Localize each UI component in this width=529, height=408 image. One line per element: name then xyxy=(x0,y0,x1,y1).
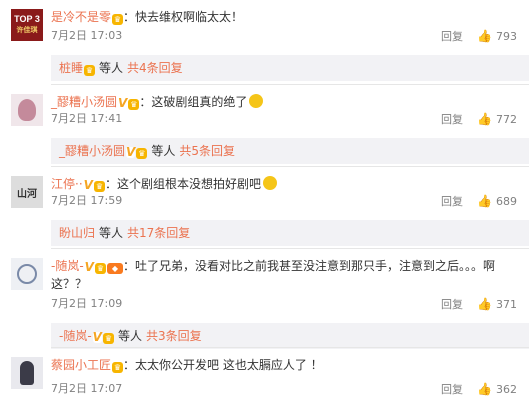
sub-reply-username[interactable]: 桩睡 xyxy=(59,61,83,75)
like-count: 689 xyxy=(496,195,517,208)
crown-badge-icon: ♛ xyxy=(93,181,105,192)
like-icon[interactable]: 👍 xyxy=(477,194,492,208)
comment-date: 7月2日 17:41 xyxy=(51,112,123,125)
like-count: 362 xyxy=(496,383,517,396)
like-count: 793 xyxy=(496,30,517,43)
sub-replies-box[interactable]: 盼山归 等人 共17条回复 xyxy=(51,220,529,246)
comment-text: ：快去维权啊临太太！ xyxy=(123,10,244,24)
comment-item: TOP 3 许佳琪 是冷不是零 ♛ ：快去维权啊临太太！ 7月2日 17:03 回复… xyxy=(0,0,529,82)
emoji-icon xyxy=(262,176,277,190)
avatar[interactable] xyxy=(11,94,43,126)
avatar[interactable]: TOP 3 许佳琪 xyxy=(11,9,43,41)
comment-text: ：吐了兄弟，没看对比之前我甚至没注意到那只手，注意到之后。。。啊 xyxy=(122,259,495,273)
sub-reply-mid-text: 等人 xyxy=(117,329,142,343)
verified-v-icon: V xyxy=(118,96,128,110)
sub-reply-count-link[interactable]: 共3条回复 xyxy=(146,329,202,343)
reply-button[interactable]: 回复 xyxy=(441,195,463,208)
verified-v-icon: V xyxy=(92,330,102,344)
comment-item: -随岚-V ♛ ◆ ：吐了兄弟，没看对比之前我甚至没注意到那只手，注意到之后。。。啊 … xyxy=(0,249,529,349)
comment-text-continued: 这？？ xyxy=(51,277,88,291)
comment-username[interactable]: 蔡园小工匠 xyxy=(51,358,111,372)
crown-badge-icon: ♛ xyxy=(94,263,106,274)
like-icon[interactable]: 👍 xyxy=(477,112,492,126)
verified-v-icon: V xyxy=(84,260,94,274)
sub-reply-username[interactable]: 盼山归 xyxy=(59,226,95,240)
verified-v-icon: V xyxy=(126,145,136,159)
comment-username[interactable]: -随岚- xyxy=(51,259,84,273)
sub-reply-mid-text: 等人 xyxy=(99,61,124,75)
comment-item: 山河 江停··V ♛ ：这个剧组根本没想拍好剧吧 7月2日 17:59 回复 👍 689… xyxy=(0,167,529,247)
avatar[interactable]: 山河 xyxy=(11,176,43,208)
comment-date: 7月2日 17:09 xyxy=(51,297,123,310)
sub-reply-count-link[interactable]: 共5条回复 xyxy=(179,144,235,158)
sub-replies-box[interactable]: 桩睡 ♛ 等人 共4条回复 xyxy=(51,55,529,81)
sub-reply-count-link[interactable]: 共17条回复 xyxy=(127,226,190,240)
comment-text: ：太太你公开发吧 这也太膈应人了 ！ xyxy=(123,358,323,372)
avatar[interactable] xyxy=(11,357,43,389)
reply-button[interactable]: 回复 xyxy=(441,298,463,311)
reply-button[interactable]: 回复 xyxy=(441,383,463,396)
reply-button[interactable]: 回复 xyxy=(441,30,463,43)
like-icon[interactable]: 👍 xyxy=(477,297,492,311)
comment-date: 7月2日 17:59 xyxy=(51,194,123,207)
sub-reply-mid-text: 等人 xyxy=(99,226,124,240)
comment-username[interactable]: 江停·· xyxy=(51,177,83,191)
reply-button[interactable]: 回复 xyxy=(441,113,463,126)
like-count: 772 xyxy=(496,113,517,126)
comment-item: _醪糟小汤圆V ♛ ：这破剧组真的绝了 7月2日 17:41 回复 👍 772 _醪糟小… xyxy=(0,85,529,165)
like-icon[interactable]: 👍 xyxy=(477,29,492,43)
like-icon[interactable]: 👍 xyxy=(477,382,492,396)
comment-username[interactable]: 是冷不是零 xyxy=(51,10,111,24)
crown-badge-icon: ♛ xyxy=(112,14,124,25)
crown-badge-icon: ♛ xyxy=(128,99,140,110)
emoji-icon xyxy=(249,94,264,108)
sub-reply-mid-text: 等人 xyxy=(151,144,176,158)
comment-text: ：这个剧组根本没想拍好剧吧 xyxy=(104,177,261,191)
like-count: 371 xyxy=(496,298,517,311)
avatar[interactable] xyxy=(11,258,43,290)
sub-reply-username[interactable]: _醪糟小汤圆 xyxy=(59,144,125,158)
crown-badge-icon: ♛ xyxy=(136,148,148,159)
sub-reply-username[interactable]: -随岚- xyxy=(59,329,92,343)
verified-v-icon: V xyxy=(83,178,93,192)
crown-badge-icon: ♛ xyxy=(112,362,124,373)
comment-date: 7月2日 17:03 xyxy=(51,29,123,42)
sub-reply-count-link[interactable]: 共4条回复 xyxy=(127,61,183,75)
comment-text: ：这破剧组真的绝了 xyxy=(139,95,248,109)
comment-item: 蔡园小工匠 ♛ ：太太你公开发吧 这也太膈应人了 ！ 7月2日 17:07 回复 👍 3… xyxy=(0,348,529,408)
crown-badge-icon: ♛ xyxy=(102,333,114,344)
sub-replies-box[interactable]: -随岚-V ♛ 等人 共3条回复 xyxy=(51,323,529,349)
comment-date: 7月2日 17:07 xyxy=(51,382,123,395)
crown-badge-icon: ♛ xyxy=(84,65,96,76)
sub-replies-box[interactable]: _醪糟小汤圆V ♛ 等人 共5条回复 xyxy=(51,138,529,164)
comment-username[interactable]: _醪糟小汤圆 xyxy=(51,95,117,109)
vip-badge-icon: ◆ xyxy=(106,263,123,274)
